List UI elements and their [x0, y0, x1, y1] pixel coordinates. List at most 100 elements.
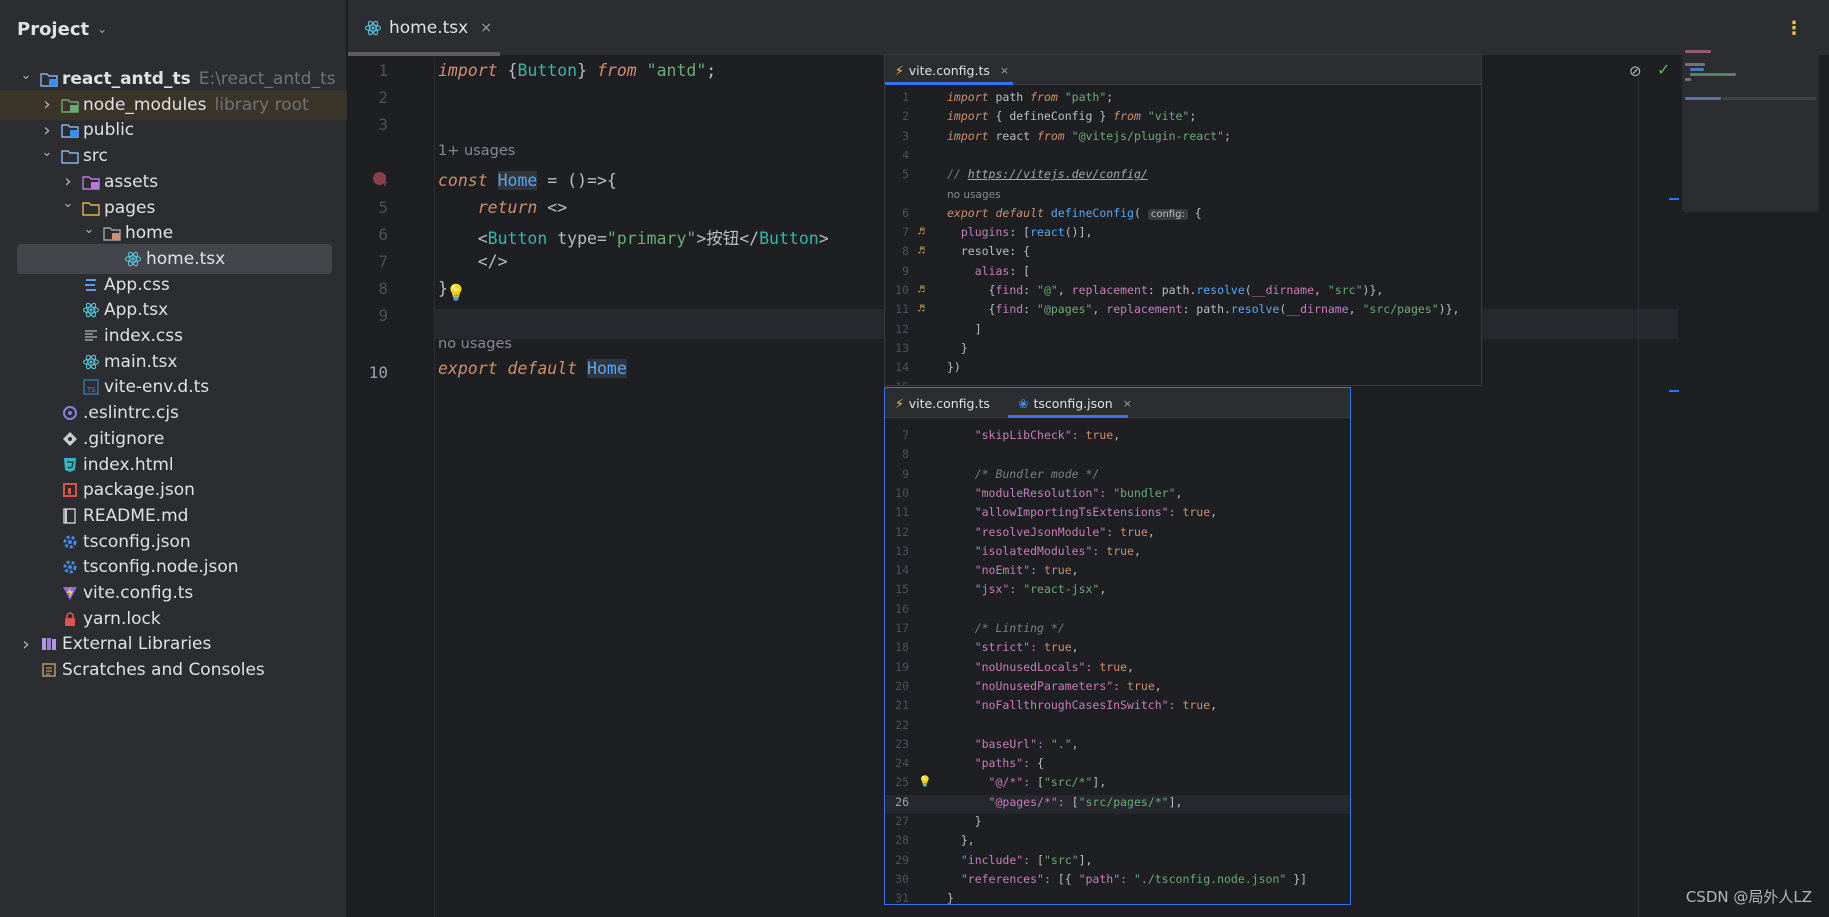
line-number: 8	[902, 244, 909, 259]
line-number: 21	[895, 698, 909, 713]
lightbulb-icon[interactable]: 💡	[918, 775, 932, 788]
chevron-right-icon[interactable]: ›	[18, 634, 34, 655]
chevron-down-icon[interactable]: ⌄	[81, 222, 97, 237]
code-line: 24 "paths": {	[885, 756, 1350, 775]
code-text: "resolveJsonModule": true,	[974, 524, 1155, 539]
close-icon[interactable]: ×	[1123, 397, 1132, 410]
close-icon[interactable]: ×	[1000, 64, 1009, 77]
code-line: 8	[885, 447, 1350, 466]
folder-module-icon	[40, 70, 58, 88]
tree-item-label: .eslintrc.cjs	[83, 403, 179, 424]
line-number: 14	[895, 360, 909, 375]
folder-resources-icon	[82, 173, 100, 191]
lightbulb-icon[interactable]: 💡	[446, 283, 466, 302]
code-line: 19 "noUnusedLocals": true,	[885, 660, 1350, 679]
code-text: import { defineConfig } from "vite";	[947, 109, 1197, 124]
breakpoint-icon[interactable]	[373, 172, 386, 185]
chevron-right-icon[interactable]: ›	[39, 94, 55, 115]
line-number: 14	[895, 563, 909, 578]
project-view-selector[interactable]: Project ⌄	[0, 0, 347, 58]
tab-tsconfig[interactable]: ❀ tsconfig.json ×	[1008, 388, 1132, 418]
gutter-run-icon[interactable]: ♬	[918, 244, 925, 257]
vite-icon: ⚡	[895, 62, 904, 78]
minimap[interactable]	[1682, 47, 1819, 212]
code-line: 2 import { defineConfig } from "vite";	[885, 109, 1481, 128]
line-number: 26	[895, 794, 909, 809]
line-number: 31	[895, 891, 909, 905]
line-number: 10	[895, 283, 909, 297]
tree-item-label: pages	[104, 197, 156, 218]
react-icon	[124, 250, 142, 268]
tree-item-label: assets	[104, 171, 159, 192]
close-icon[interactable]: ×	[480, 20, 492, 36]
code-line: 9 /* Bundler mode */	[885, 467, 1350, 486]
line-number-gutter[interactable]: 12345678910	[348, 57, 435, 917]
code-line: 16	[885, 602, 1350, 621]
tab-label: home.tsx	[389, 18, 469, 38]
code-text: "allowImportingTsExtensions": true,	[974, 505, 1218, 520]
code-text: "moduleResolution": "bundler",	[974, 485, 1183, 500]
tree-item-label: yarn.lock	[83, 608, 161, 629]
code-line: 29 "include": ["src"],	[885, 853, 1350, 872]
no-problems-check-icon[interactable]: ✓	[1657, 60, 1670, 79]
more-options-icon[interactable]: ⋮	[1785, 18, 1803, 39]
react-icon	[82, 301, 100, 319]
tab-label: vite.config.ts	[908, 395, 990, 411]
scratches-icon	[40, 661, 58, 679]
css-icon	[82, 276, 100, 294]
usages-hint[interactable]: 1+ usages	[438, 143, 515, 159]
folder-gray-icon	[103, 224, 121, 242]
tab-home-tsx[interactable]: home.tsx ×	[348, 0, 500, 56]
chevron-right-icon[interactable]: ›	[60, 171, 76, 192]
line-number: 11	[895, 505, 909, 520]
vite-config-preview-popup[interactable]: ⚡ vite.config.ts × 1 import path from "pa…	[884, 54, 1482, 386]
tsconfig-icon: ❀	[1018, 395, 1029, 411]
usages-hint[interactable]: no usages	[438, 336, 512, 352]
gutter-run-icon[interactable]: ♬	[918, 225, 925, 238]
tree-item-scratches-and-consoles[interactable]: Scratches and Consoles	[0, 655, 347, 685]
code-line-6: <Button type="primary">按钮</Button>	[438, 229, 829, 248]
line-number: 4	[902, 147, 909, 162]
chevron-down-icon[interactable]: ⌄	[60, 196, 76, 211]
code-line: 17 /* Linting */	[885, 621, 1350, 640]
svg-text:TS: TS	[86, 386, 96, 394]
line-number: 11	[895, 302, 909, 317]
chevron-down-icon[interactable]: ⌄	[18, 68, 34, 83]
lock-icon	[61, 610, 79, 628]
tree-item-label: vite.config.ts	[83, 583, 194, 603]
chevron-right-icon[interactable]: ›	[39, 120, 55, 141]
hide-inlay-icon[interactable]: ⊘	[1629, 62, 1642, 80]
line-number: 8	[902, 447, 909, 462]
tree-item-hint: E:\react_antd_ts	[198, 69, 336, 89]
tab-vite-config[interactable]: ⚡ vite.config.ts ×	[885, 55, 1013, 85]
vite-icon	[61, 584, 79, 602]
line-number: 5	[902, 167, 909, 182]
line-number: 30	[895, 871, 909, 886]
code-text: no usages	[947, 188, 1001, 201]
code-line: 9 alias: [	[885, 264, 1481, 283]
code-line-4: const Home = ()=>{	[438, 171, 617, 190]
tree-item-label: src	[83, 146, 108, 167]
react-icon	[364, 19, 382, 37]
code-line: 11 ♬ {find: "@pages", replacement: path.r…	[885, 302, 1481, 321]
tree-item-label: home.tsx	[146, 248, 226, 269]
gutter-run-icon[interactable]: ♬	[918, 283, 925, 296]
code-text: "paths": {	[974, 756, 1044, 771]
code-line: 11 "allowImportingTsExtensions": true,	[885, 505, 1350, 524]
line-number: 19	[895, 659, 909, 674]
line-number: 15	[885, 380, 909, 386]
code-line: 10 "moduleResolution": "bundler",	[885, 486, 1350, 505]
chevron-down-icon[interactable]: ⌄	[97, 22, 107, 36]
code-line: 10 ♬ {find: "@", replacement: path.resolv…	[885, 283, 1481, 302]
tree-item-label: main.tsx	[104, 351, 178, 372]
code-text: alias: [	[974, 263, 1031, 278]
tab-vite-config[interactable]: ⚡ vite.config.ts	[885, 388, 1005, 418]
tsconfig-preview-popup[interactable]: ⚡ vite.config.ts ❀ tsconfig.json × 7 "sk…	[884, 387, 1351, 905]
gutter-run-icon[interactable]: ♬	[918, 302, 925, 315]
markdown-icon	[61, 507, 79, 525]
chevron-down-icon[interactable]: ⌄	[39, 145, 55, 160]
line-number: 9	[378, 306, 388, 325]
project-panel: Project ⌄ ⌄ react_antd_ts E:\react_antd_ts…	[0, 0, 347, 917]
code-text: },	[947, 833, 975, 848]
popup-tab-bar: ⚡ vite.config.ts ❀ tsconfig.json ×	[885, 388, 1350, 418]
